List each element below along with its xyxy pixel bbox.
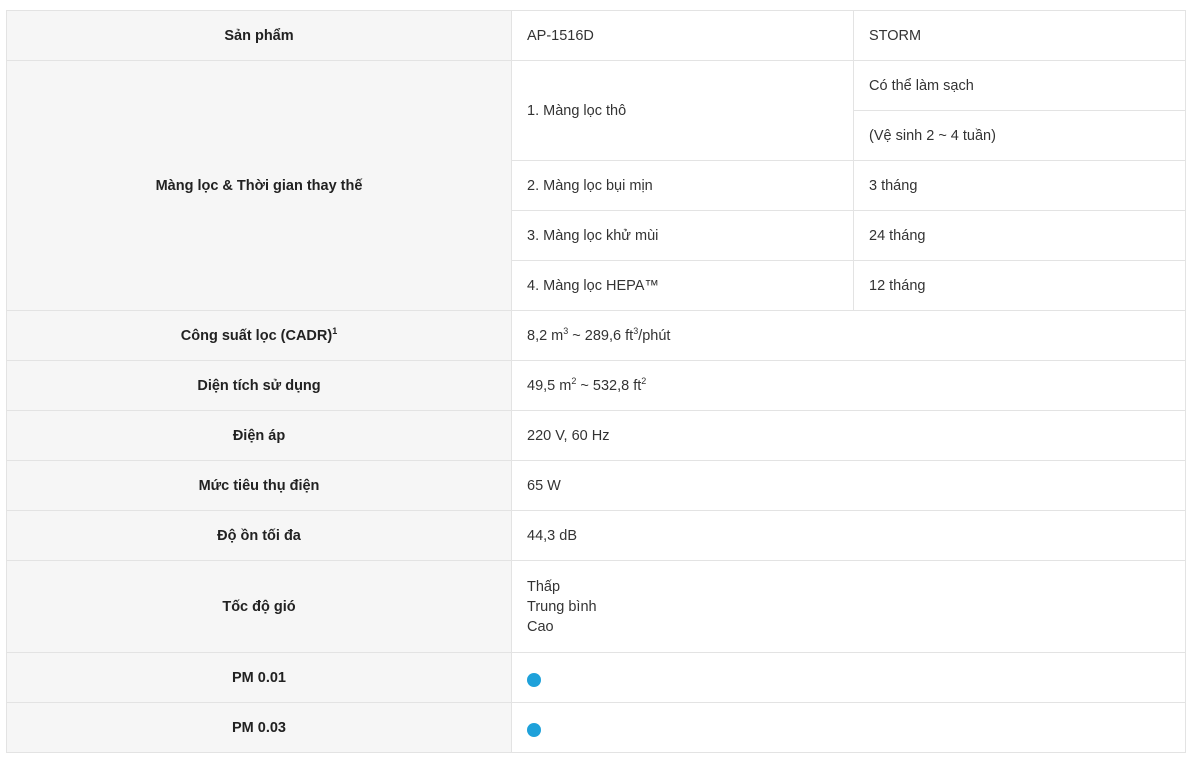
row-label: PM 0.03 — [6, 702, 512, 753]
power-value: 65 W — [511, 460, 1186, 511]
cadr-value-part: ~ 289,6 ft — [568, 327, 634, 344]
table-row-noise: Độ ồn tối đa 44,3 dB — [6, 510, 1186, 561]
pm003-value — [511, 702, 1186, 753]
row-label: Độ ồn tối đa — [6, 510, 512, 561]
row-label: Màng lọc & Thời gian thay thế — [6, 60, 512, 311]
filter-time: Có thể làm sạch — [853, 60, 1186, 111]
filter-name: 3. Màng lọc khử mùi — [511, 210, 854, 261]
table-row-power: Mức tiêu thụ điện 65 W — [6, 460, 1186, 511]
area-unit-exponent: 2 — [641, 375, 647, 386]
row-label: Tốc độ gió — [6, 560, 512, 653]
fan-speed-high: Cao — [527, 618, 554, 635]
table-row-product: Sản phẩm AP-1516D STORM — [6, 10, 1186, 61]
fan-speed-medium: Trung bình — [527, 598, 597, 615]
product-model-a: AP-1516D — [511, 10, 854, 61]
area-value: 49,5 m2 ~ 532,8 ft2 — [511, 360, 1186, 411]
row-label: PM 0.01 — [6, 652, 512, 703]
row-label: Mức tiêu thụ điện — [6, 460, 512, 511]
table-row-fan-speed: Tốc độ gió Thấp Trung bình Cao — [6, 560, 1186, 653]
voltage-value: 220 V, 60 Hz — [511, 410, 1186, 461]
row-label: Sản phẩm — [6, 10, 512, 61]
noise-value: 44,3 dB — [511, 510, 1186, 561]
filled-circle-icon — [527, 672, 541, 687]
filter-name: 1. Màng lọc thô — [511, 60, 854, 161]
table-row-pm001: PM 0.01 — [6, 652, 1186, 703]
row-label: Điện áp — [6, 410, 512, 461]
pm001-value — [511, 652, 1186, 703]
cadr-label-text: Công suất lọc (CADR) — [180, 327, 333, 344]
area-value-part: ~ 532,8 ft — [576, 377, 642, 394]
filter-name: 4. Màng lọc HEPA™ — [511, 260, 854, 311]
filter-name: 2. Màng lọc bụi mịn — [511, 160, 854, 211]
row-label-cadr: Công suất lọc (CADR)1 — [6, 310, 512, 361]
table-row-cadr: Công suất lọc (CADR)1 8,2 m3 ~ 289,6 ft3… — [6, 310, 1186, 361]
cadr-value-part: /phút — [638, 327, 671, 344]
cadr-value: 8,2 m3 ~ 289,6 ft3/phút — [511, 310, 1186, 361]
spec-table: Sản phẩm AP-1516D STORM Màng lọc & Thời … — [6, 10, 1186, 753]
filter-time: 3 tháng — [853, 160, 1186, 211]
spec-table-container: Sản phẩm AP-1516D STORM Màng lọc & Thời … — [6, 10, 1186, 753]
cadr-value-part: 8,2 m — [527, 327, 564, 344]
footnote-marker: 1 — [332, 325, 338, 336]
table-row-pm003: PM 0.03 — [6, 702, 1186, 753]
filter-time: 24 tháng — [853, 210, 1186, 261]
table-row-voltage: Điện áp 220 V, 60 Hz — [6, 410, 1186, 461]
filter-time-note: (Vệ sinh 2 ~ 4 tuần) — [853, 110, 1186, 161]
row-label: Diện tích sử dụng — [6, 360, 512, 411]
fan-speed-low: Thấp — [527, 578, 561, 595]
product-model-b: STORM — [853, 10, 1186, 61]
filter-time: 12 tháng — [853, 260, 1186, 311]
table-row-area: Diện tích sử dụng 49,5 m2 ~ 532,8 ft2 — [6, 360, 1186, 411]
table-row-filter-1: Màng lọc & Thời gian thay thế 1. Màng lọ… — [6, 60, 1186, 311]
fan-speed-values: Thấp Trung bình Cao — [511, 560, 1186, 653]
area-value-part: 49,5 m — [527, 377, 572, 394]
filled-circle-icon — [527, 722, 541, 737]
